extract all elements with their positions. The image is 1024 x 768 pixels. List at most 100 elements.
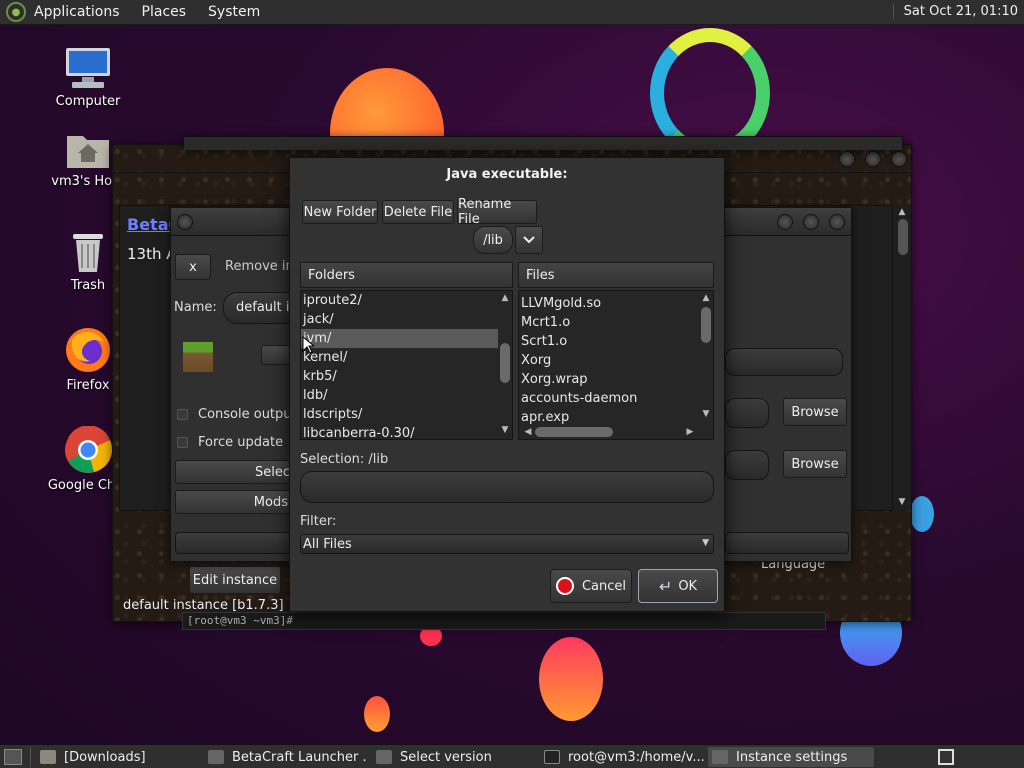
files-header-label: Files [526, 268, 555, 283]
force-update-checkbox[interactable] [177, 437, 188, 448]
rename-file-button[interactable]: Rename File [457, 197, 537, 227]
java-icon [208, 750, 224, 764]
wallpaper-small-egg [364, 696, 390, 732]
cancel-label: Cancel [581, 578, 627, 594]
files-hscrollbar[interactable]: ◀ ▶ [519, 425, 713, 439]
instance-status: default instance [b1.7.3] [123, 598, 284, 613]
cancel-button[interactable]: Cancel [550, 569, 632, 603]
folders-items: iproute2/jack/jvm/kernel/krb5/ldb/ldscri… [301, 291, 498, 443]
console-output-label[interactable]: Console output [198, 407, 297, 422]
menu-system[interactable]: System [208, 4, 260, 20]
files-scroll-thumb[interactable] [701, 307, 711, 343]
task-terminal[interactable]: root@vm3:/home/v... [540, 747, 704, 767]
delete-file-label: Delete File [383, 204, 453, 220]
task-instance-settings[interactable]: Instance settings [708, 747, 874, 767]
file-item[interactable]: Xorg.wrap [519, 370, 699, 389]
file-item[interactable]: accounts-daemon [519, 389, 699, 408]
task-betacraft-launcher[interactable]: BetaCraft Launcher ... [204, 747, 368, 767]
folder-item[interactable]: jvm/ [301, 329, 498, 348]
folder-item[interactable]: iproute2/ [301, 291, 498, 310]
minimize-button[interactable] [777, 214, 793, 230]
selection-input[interactable] [300, 471, 714, 503]
file-item[interactable]: Mcrt1.o [519, 313, 699, 332]
menu-applications[interactable]: Applications [34, 4, 120, 20]
trash-icon [68, 230, 108, 274]
folders-header[interactable]: Folders [300, 262, 513, 288]
scroll-left-arrow-icon[interactable]: ◀ [521, 427, 535, 437]
chevron-down-icon: ▼ [702, 538, 709, 548]
show-desktop-icon[interactable] [4, 749, 22, 765]
console-output-checkbox[interactable] [177, 409, 188, 420]
bottom-bar-field [175, 532, 293, 554]
jvm-args-field[interactable] [725, 450, 769, 480]
scroll-up-arrow-icon[interactable]: ▲ [699, 293, 713, 303]
close-button[interactable] [829, 214, 845, 230]
menu-places[interactable]: Places [142, 4, 187, 20]
firefox-icon [64, 326, 112, 374]
java-executable-dialog[interactable]: Java executable: New Folder Delete File … [289, 157, 725, 612]
java-path-field[interactable] [725, 398, 769, 428]
browse-button-2[interactable]: Browse [783, 450, 847, 478]
minimize-button[interactable] [839, 151, 855, 167]
files-list[interactable]: LLVMgold.so Mcrt1.o Scrt1.o Xorg Xorg.wrap ac… [518, 290, 714, 440]
edit-instance-button[interactable]: Edit instance [189, 566, 281, 594]
maximize-button[interactable] [803, 214, 819, 230]
scroll-down-arrow-icon[interactable]: ▼ [699, 409, 713, 419]
task-select-version[interactable]: Select version [372, 747, 536, 767]
wallpaper-orange-egg [539, 637, 603, 721]
clock[interactable]: Sat Oct 21, 01:10 [892, 4, 1018, 19]
folders-scrollbar[interactable]: ▲ ▼ [498, 291, 512, 439]
folders-scroll-thumb[interactable] [500, 343, 510, 383]
force-update-label[interactable]: Force update [198, 435, 283, 450]
filter-label: Filter: [300, 514, 337, 529]
task-downloads[interactable]: [Downloads] [36, 747, 200, 767]
grass-block-icon [183, 342, 213, 372]
ok-enter-arrow-icon: ↵ [658, 576, 673, 596]
chevron-down-icon [523, 236, 535, 244]
scroll-down-arrow-icon[interactable]: ▼ [895, 497, 909, 507]
folder-item[interactable]: krb5/ [301, 367, 498, 386]
remove-close-button[interactable]: x [175, 254, 211, 280]
bottom-bar-field-right [725, 532, 849, 554]
path-button[interactable]: /lib [473, 226, 513, 254]
select-version-window[interactable] [183, 136, 903, 150]
filter-select[interactable]: All Files ▼ [300, 534, 714, 554]
folder-item[interactable]: jack/ [301, 310, 498, 329]
scroll-up-arrow-icon[interactable]: ▲ [498, 293, 512, 303]
files-header[interactable]: Files [518, 262, 714, 288]
filter-select-value: All Files [303, 537, 352, 552]
distro-logo-icon[interactable]: ● [6, 2, 26, 22]
desktop-icon-computer[interactable]: Computer [38, 46, 138, 109]
file-item[interactable]: LLVMgold.so [519, 294, 699, 313]
file-item[interactable]: Scrt1.o [519, 332, 699, 351]
workspace-switcher-icon[interactable] [938, 749, 954, 765]
path-field-top[interactable] [725, 348, 843, 376]
ok-button[interactable]: ↵ OK [638, 569, 718, 603]
new-folder-button[interactable]: New Folder [302, 200, 378, 224]
scroll-up-arrow-icon[interactable]: ▲ [895, 207, 909, 217]
terminal-icon [544, 750, 560, 764]
delete-file-button[interactable]: Delete File [382, 200, 454, 224]
folder-item[interactable]: ldb/ [301, 386, 498, 405]
files-scrollbar[interactable]: ▲ ▼ [699, 291, 713, 423]
mods-button[interactable]: Mods [175, 490, 291, 514]
file-item[interactable]: Xorg [519, 351, 699, 370]
selection-label: Selection: /lib [300, 452, 389, 467]
folder-item[interactable]: libcanberra-0.30/ [301, 424, 498, 443]
folders-list[interactable]: iproute2/jack/jvm/kernel/krb5/ldb/ldscri… [300, 290, 513, 443]
select-version-button[interactable]: Selec [175, 460, 291, 484]
browse-button-1[interactable]: Browse [783, 398, 847, 426]
scroll-down-arrow-icon[interactable]: ▼ [498, 425, 512, 435]
path-dropdown-button[interactable] [515, 226, 543, 254]
close-button[interactable] [891, 151, 907, 167]
chrome-icon [64, 425, 113, 474]
files-hscroll-thumb[interactable] [535, 427, 613, 437]
maximize-button[interactable] [865, 151, 881, 167]
window-menu-button[interactable] [177, 214, 193, 230]
launcher-scrollbar[interactable]: ▲ ▼ [895, 205, 911, 511]
folder-item[interactable]: kernel/ [301, 348, 498, 367]
folder-item[interactable]: ldscripts/ [301, 405, 498, 424]
dialog-title: Java executable: [446, 167, 568, 182]
scroll-thumb[interactable] [898, 219, 908, 255]
scroll-right-arrow-icon[interactable]: ▶ [683, 427, 697, 437]
